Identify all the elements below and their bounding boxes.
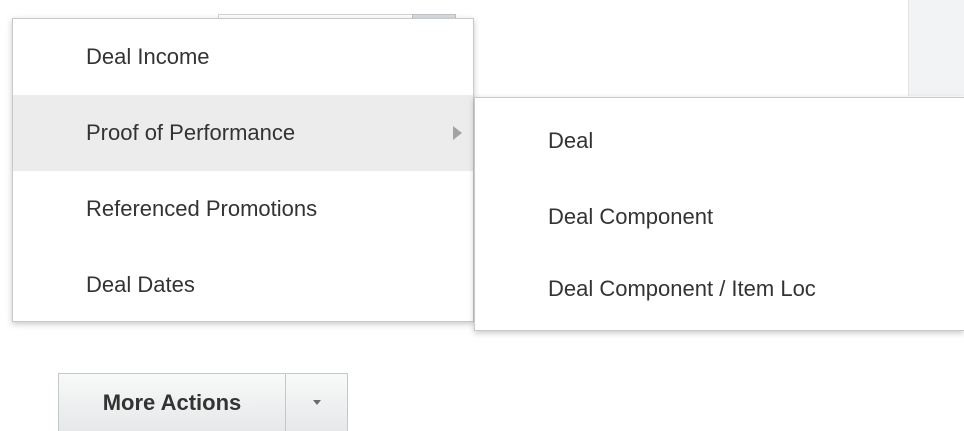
chevron-right-icon [453,126,462,140]
menu-item-deal-dates[interactable]: Deal Dates [13,247,473,323]
submenu-item-label: Deal Component / Item Loc [548,276,816,301]
menu-item-label: Proof of Performance [86,120,296,145]
menu-item-deal-income[interactable]: Deal Income [13,19,473,95]
menu-item-referenced-promotions[interactable]: Referenced Promotions [13,171,473,247]
submenu-item-label: Deal [548,128,594,153]
proof-of-performance-submenu: Deal Deal Component Deal Component / Ite… [474,97,964,331]
more-actions-button[interactable]: More Actions [58,373,286,431]
background-panel-edge [908,0,964,96]
submenu-item-deal-component[interactable]: Deal Component [475,179,964,255]
menu-item-label: Referenced Promotions [86,196,318,221]
chevron-down-icon [312,400,321,405]
submenu-item-label: Deal Component [548,204,714,229]
submenu-item-deal[interactable]: Deal [475,103,964,179]
submenu-item-deal-component-item-loc[interactable]: Deal Component / Item Loc [475,251,964,327]
screen: Deal Income Proof of Performance Referen… [0,0,964,431]
more-actions-menu: Deal Income Proof of Performance Referen… [12,18,474,322]
menu-item-label: Deal Income [86,44,210,69]
more-actions-dropdown-button[interactable] [286,373,348,431]
menu-item-proof-of-performance[interactable]: Proof of Performance [13,95,473,171]
menu-item-label: Deal Dates [86,272,195,297]
more-actions-split-button: More Actions [58,373,348,431]
